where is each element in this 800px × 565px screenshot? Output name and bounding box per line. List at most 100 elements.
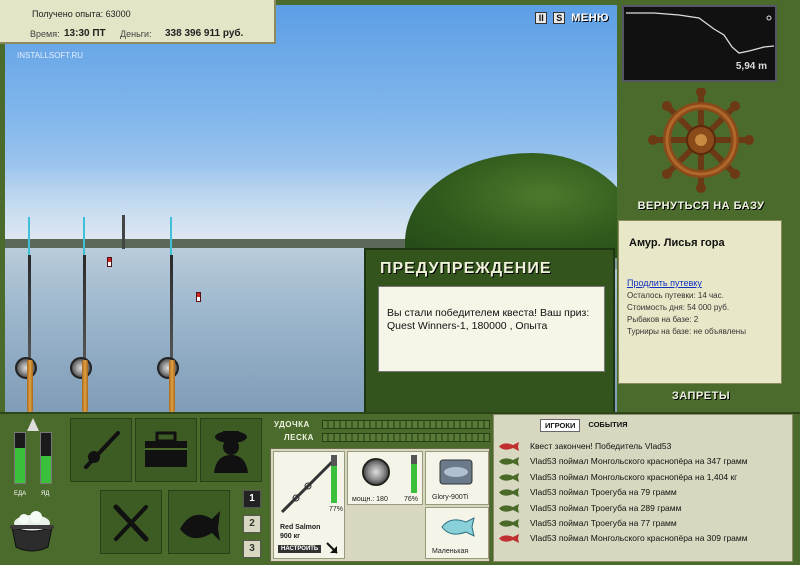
events-panel: ИГРОКИ СОБЫТИЯ Квест закончен! Победител…: [493, 414, 793, 562]
event-text: Vlad53 поймал Троегуба на 77 грамм: [530, 517, 677, 528]
fish-keepnet-button[interactable]: [168, 490, 230, 554]
slot-1-button[interactable]: 1: [243, 490, 261, 508]
return-to-base-button[interactable]: ВЕРНУТЬСЯ НА БАЗУ: [620, 200, 782, 218]
bait-name: Маленькая: [432, 548, 469, 555]
list-item: Vlad53 поймал Троегуба на 77 грамм: [494, 516, 794, 531]
gauges: ЕДА ЯД: [4, 416, 64, 506]
rod-name: Red Salmon: [280, 524, 321, 531]
event-text: Vlad53 поймал Монгольского краснопёра на…: [530, 533, 748, 544]
tab-events[interactable]: СОБЫТИЯ: [584, 419, 631, 432]
cauldron-icon: [10, 511, 54, 552]
lure-slot[interactable]: Glory-900Ti: [425, 451, 489, 505]
rod-tip: [170, 217, 172, 257]
time-label: Время:: [30, 29, 60, 39]
rod-tip: [28, 217, 30, 257]
slot-3-button[interactable]: 3: [243, 540, 261, 558]
rod-blank: [28, 255, 31, 360]
event-text: Vlad53 поймал Троегуба на 79 грамм: [530, 487, 677, 498]
fish-icon: [499, 472, 519, 482]
rod-handle[interactable]: [27, 360, 33, 412]
fish-icon: [499, 518, 519, 528]
lure-icon: [439, 459, 473, 485]
depth-sounder: 5,94 m: [622, 5, 777, 82]
buoy: [107, 257, 112, 267]
bans-button[interactable]: ЗАПРЕТЫ: [620, 390, 782, 410]
food-gauge: [14, 432, 26, 484]
fisherman-button[interactable]: [200, 418, 262, 482]
money-label: Деньги:: [120, 29, 152, 39]
fork-knife-icon: [113, 504, 149, 542]
poison-label: ЯД: [41, 491, 50, 497]
arrow-down-right-icon[interactable]: [325, 541, 339, 555]
list-item: Vlad53 поймал Монгольского краснопёра на…: [494, 531, 794, 546]
fishers-count: Рыбаков на базе: 2: [627, 315, 699, 324]
rod-blank: [83, 255, 86, 360]
line-bar-label: ЛЕСКА: [284, 433, 314, 442]
rod-wear-fill: [331, 466, 337, 503]
extend-permit-link[interactable]: Продлить путевку: [627, 278, 702, 288]
top-controls: II S МЕНЮ: [535, 9, 609, 27]
warning-dialog[interactable]: ПРЕДУПРЕЖДЕНИЕ Вы стали победителем квес…: [364, 248, 615, 414]
ship-wheel-icon: [648, 87, 754, 193]
ship-wheel-button[interactable]: [620, 87, 782, 218]
fish-icon: [499, 488, 519, 498]
rods-button[interactable]: [70, 418, 132, 482]
bait-icon: [441, 517, 475, 537]
permit-remaining: Осталось путевки: 14 час.: [627, 291, 724, 300]
reel-power: мощн.: 180: [352, 496, 388, 503]
rod-handle[interactable]: [82, 360, 88, 412]
buoy: [196, 292, 201, 302]
list-item: Vlad53 поймал Монгольского краснопёра на…: [494, 454, 794, 469]
location-info: Амур. Лисья гора Продлить путевку Остало…: [618, 220, 782, 384]
adjust-button[interactable]: НАСТРОИТЬ: [278, 545, 322, 553]
menu-button[interactable]: МЕНЮ: [571, 12, 609, 24]
watermark: INSTALLSOFT.RU: [17, 51, 84, 60]
food-gauge-fill: [15, 448, 25, 483]
lure-name: Glory-900Ti: [432, 494, 469, 501]
arrow-up-icon: [27, 418, 39, 431]
rod-bar-label: УДОЧКА: [274, 420, 310, 429]
rod-wear: 77%: [329, 506, 344, 513]
stats-panel: Получено опыта: 63000 Время: 13:30 ПТ Де…: [0, 0, 276, 44]
events-list: Квест закончен! Победитель Vlad53 Vlad53 …: [494, 439, 794, 547]
reel-icon: [157, 357, 179, 379]
fish-icon: [499, 503, 519, 513]
dialog-message: Вы стали победителем квеста! Ваш приз: Q…: [378, 286, 605, 372]
reel-icon: [15, 357, 37, 379]
fisherman-icon: [214, 431, 248, 473]
location-name: Амур. Лисья гора: [629, 237, 725, 249]
tacklebox-button[interactable]: [135, 418, 197, 482]
fish-icon: [499, 457, 519, 467]
day-cost: Стоимость дня: 54 000 руб.: [627, 303, 730, 312]
far-shore: [5, 239, 435, 248]
fish-icon: [180, 511, 220, 541]
money-value: 338 396 911 руб.: [165, 28, 244, 39]
distant-tower: [122, 215, 125, 249]
pause-button[interactable]: II: [535, 12, 548, 24]
time-value: 13:30 ПТ: [64, 28, 106, 39]
food-button[interactable]: [100, 490, 162, 554]
fish-icon: [499, 442, 519, 451]
tackle-panel: Red Salmon 900 кг НАСТРОИТЬ 77% мощн.: 1…: [270, 448, 490, 562]
depth-value: 5,94 m: [735, 61, 767, 72]
rod-tension-bar: [322, 420, 490, 429]
bait-slot[interactable]: Маленькая: [425, 507, 489, 559]
list-item: Vlad53 поймал Троегуба на 289 грамм: [494, 501, 794, 516]
tab-players[interactable]: ИГРОКИ: [540, 419, 581, 432]
rod-line-status: УДОЧКА ЛЕСКА: [270, 418, 490, 446]
save-button[interactable]: S: [553, 12, 566, 24]
reel-wear-fill: [411, 464, 417, 493]
tournaments-status: Турниры на базе: не объявлены: [627, 327, 746, 336]
cooking-pot-button[interactable]: [6, 505, 58, 557]
list-item: Квест закончен! Победитель Vlad53: [494, 439, 794, 454]
fish-icon: [499, 534, 519, 544]
slot-2-button[interactable]: 2: [243, 515, 261, 533]
rod-wear-bar: [331, 455, 337, 503]
reel-icon: [362, 458, 390, 486]
event-text: Квест закончен! Победитель Vlad53: [530, 441, 672, 451]
reel-wear: 76%: [404, 496, 419, 503]
events-tabs: ИГРОКИ СОБЫТИЯ: [540, 419, 632, 432]
rod-handle[interactable]: [169, 360, 175, 412]
rod-blank: [170, 255, 173, 360]
line-tension-bar: [322, 433, 490, 442]
